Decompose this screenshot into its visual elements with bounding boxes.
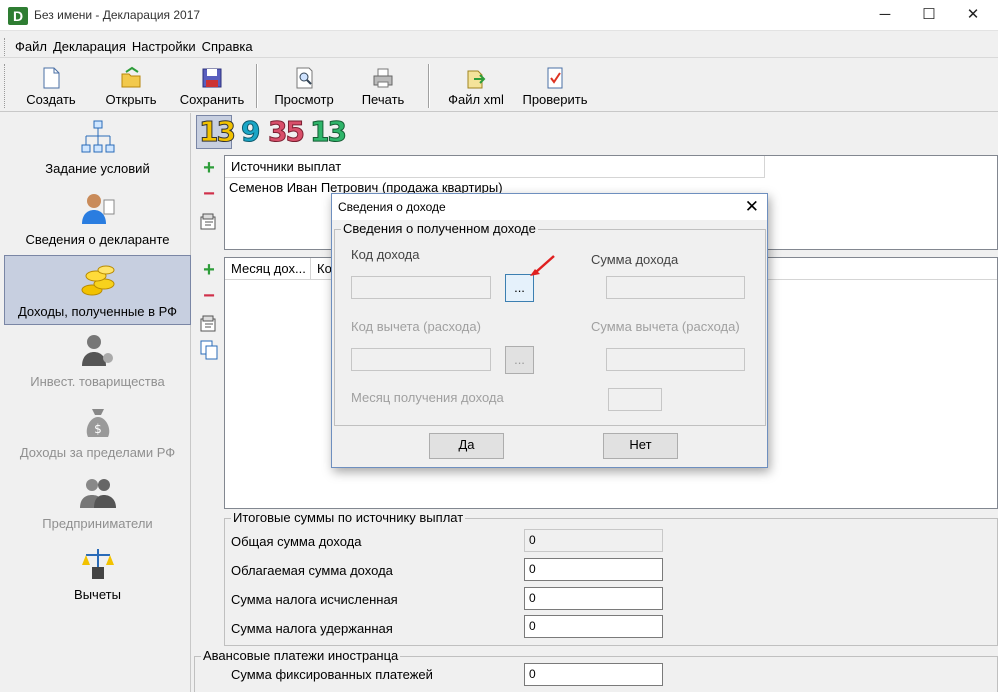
- print-button[interactable]: Печать: [350, 60, 416, 112]
- tab-rate-35[interactable]: 35: [268, 115, 306, 149]
- network-icon: [81, 120, 114, 153]
- close-window-button[interactable]: ✕: [950, 0, 996, 31]
- menu-settings[interactable]: Настройки: [129, 36, 199, 58]
- check-button[interactable]: Проверить: [516, 60, 594, 112]
- month-field: [608, 388, 662, 411]
- totals-group: Итоговые суммы по источнику выплат Общая…: [224, 511, 998, 646]
- income-details-group-title: Сведения о полученном доходе: [341, 221, 538, 236]
- nav-income-abroad[interactable]: $ Доходы за пределами РФ: [4, 397, 191, 467]
- total-income-label: Общая сумма дохода: [231, 534, 362, 549]
- deduction-sum-field: [606, 348, 745, 371]
- delete-source-button[interactable]: −: [200, 184, 218, 204]
- open-button[interactable]: Открыть: [96, 60, 166, 112]
- nav-invest-partnership[interactable]: Инвест. товарищества: [4, 326, 191, 396]
- maximize-button[interactable]: ☐: [906, 0, 952, 31]
- save-button[interactable]: Сохранить: [174, 60, 250, 112]
- taxable-income-label: Облагаемая сумма дохода: [231, 563, 393, 578]
- income-code-field: [351, 276, 491, 299]
- tab-rate-13-other[interactable]: 13: [310, 115, 348, 149]
- edit-icon: [200, 315, 216, 332]
- menu-bar: Файл Декларация Настройки Справка: [0, 36, 998, 58]
- window-title: Без имени - Декларация 2017: [34, 8, 201, 22]
- copy-income-button[interactable]: [200, 340, 218, 360]
- app-icon: D: [8, 7, 28, 25]
- nav-conditions[interactable]: Задание условий: [4, 113, 191, 183]
- yes-button[interactable]: Да: [429, 433, 504, 459]
- tab-rate-9[interactable]: 9: [240, 115, 261, 149]
- delete-income-button[interactable]: −: [200, 286, 218, 306]
- nav-income-rf[interactable]: Доходы, полученные в РФ: [4, 255, 191, 325]
- income-code-label: Код дохода: [351, 247, 420, 262]
- income-month-column-header[interactable]: Месяц дох...: [225, 258, 311, 279]
- menu-help[interactable]: Справка: [199, 36, 256, 58]
- entrepreneur-icon: [79, 479, 116, 508]
- add-source-button[interactable]: +: [200, 158, 218, 178]
- tax-withheld-label: Сумма налога удержанная: [231, 621, 393, 636]
- deduction-code-label: Код вычета (расхода): [351, 319, 481, 334]
- svg-text:$: $: [94, 422, 102, 436]
- totals-group-title: Итоговые суммы по источнику выплат: [231, 510, 466, 525]
- advance-payments-group: Авансовые платежи иностранца Сумма фикси…: [194, 649, 998, 692]
- income-sum-label: Сумма дохода: [591, 252, 679, 267]
- toolbar-separator: [256, 64, 258, 108]
- minimize-button[interactable]: ─: [862, 0, 908, 31]
- tab-rate-13[interactable]: 13: [199, 115, 237, 149]
- coins-icon: [81, 265, 114, 296]
- edit-income-button[interactable]: [200, 314, 218, 332]
- xml-export-icon: [467, 70, 486, 89]
- tax-calculated-label: Сумма налога исчисленная: [231, 592, 398, 607]
- fixed-payments-label: Сумма фиксированных платежей: [231, 667, 433, 682]
- scales-icon: [81, 549, 114, 579]
- copy-icon: [200, 340, 218, 360]
- preview-button[interactable]: Просмотр: [266, 60, 342, 112]
- nav-entrepreneurs[interactable]: Предприниматели: [4, 468, 191, 538]
- investor-icon: [81, 335, 113, 366]
- toolbar-separator: [428, 64, 430, 108]
- income-info-dialog: Сведения о доходе ✕ Сведения о полученно…: [331, 193, 768, 468]
- nav-deductions[interactable]: Вычеты: [4, 539, 191, 609]
- advance-group-title: Авансовые платежи иностранца: [201, 648, 401, 663]
- nav-declarant[interactable]: Сведения о декларанте: [4, 184, 191, 254]
- month-label: Месяц получения дохода: [351, 390, 504, 405]
- toolbar: Создать Открыть Сохранить Просмотр Печат…: [0, 60, 998, 112]
- left-navigation-panel: Задание условий Сведения о декларанте До…: [4, 113, 191, 692]
- tax-withheld-field[interactable]: 0: [524, 615, 663, 638]
- deduction-code-browse-button[interactable]: ...: [505, 346, 534, 374]
- income-sum-field: [606, 276, 745, 299]
- taxable-income-field[interactable]: 0: [524, 558, 663, 581]
- fixed-payments-field[interactable]: 0: [524, 663, 663, 686]
- no-button[interactable]: Нет: [603, 433, 678, 459]
- title-bar: D Без имени - Декларация 2017 ─ ☐ ✕: [0, 0, 998, 31]
- dialog-title: Сведения о доходе: [332, 194, 767, 220]
- person-icon: [81, 194, 114, 224]
- dialog-close-button[interactable]: ✕: [745, 194, 759, 220]
- create-button[interactable]: Создать: [16, 60, 86, 112]
- check-document-icon: [547, 67, 563, 89]
- xml-file-button[interactable]: Файл xml: [440, 60, 512, 112]
- magnifier-document-icon: [296, 67, 313, 89]
- tax-calculated-field[interactable]: 0: [524, 587, 663, 610]
- pointer-arrow-icon: [530, 255, 555, 276]
- sources-header[interactable]: Источники выплат: [225, 156, 765, 178]
- edit-icon: [200, 213, 216, 230]
- deduction-code-field: [351, 348, 491, 371]
- total-income-field: 0: [524, 529, 663, 552]
- menu-file[interactable]: Файл: [12, 36, 50, 58]
- new-document-icon: [43, 67, 60, 89]
- floppy-disk-icon: [202, 68, 222, 88]
- edit-source-button[interactable]: [200, 212, 218, 230]
- printer-icon: [373, 68, 393, 88]
- menu-declaration[interactable]: Декларация: [50, 36, 129, 58]
- open-folder-icon: [121, 66, 141, 88]
- money-bag-icon: $: [86, 409, 109, 437]
- add-income-button[interactable]: +: [200, 260, 218, 280]
- income-code-browse-button[interactable]: ...: [505, 274, 534, 302]
- deduction-sum-label: Сумма вычета (расхода): [591, 319, 740, 334]
